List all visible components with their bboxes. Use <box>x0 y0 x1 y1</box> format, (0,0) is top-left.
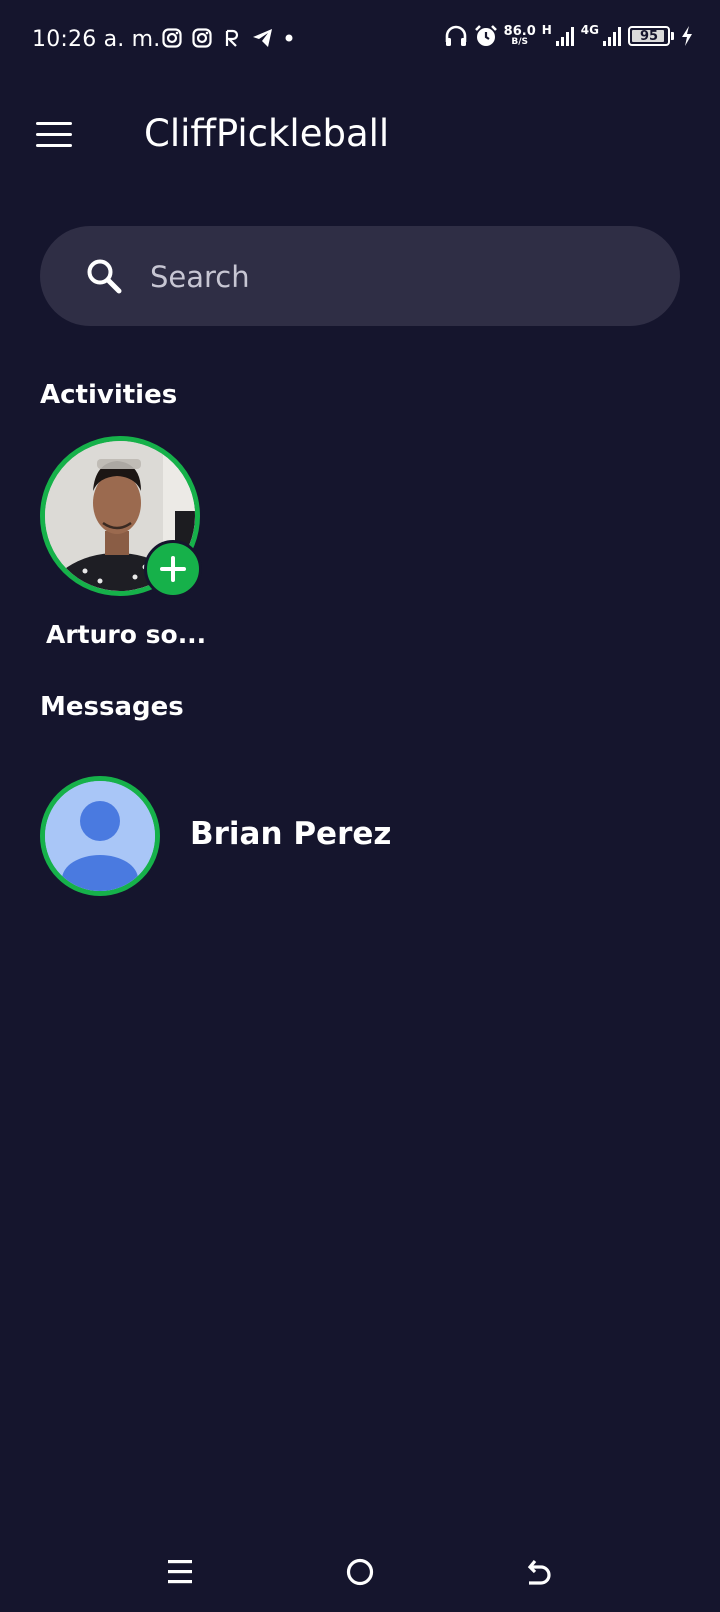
system-status-icons: 86.0 B/S H 4G 95 <box>444 23 694 48</box>
app-title: CliffPickleball <box>144 112 390 155</box>
activities-heading: Activities <box>40 380 178 410</box>
home-icon <box>346 1558 374 1586</box>
back-button[interactable] <box>518 1550 562 1594</box>
default-avatar-icon <box>45 781 155 891</box>
headphones-icon <box>445 25 466 46</box>
back-icon <box>527 1559 551 1585</box>
recents-icon <box>168 1560 192 1584</box>
alarm-icon <box>474 25 497 46</box>
telegram-icon <box>253 29 272 47</box>
notification-icons <box>162 28 294 48</box>
system-nav-bar <box>0 1530 720 1612</box>
battery-indicator: 95 <box>628 26 670 46</box>
signal-type-4g: 4G <box>580 23 599 37</box>
messages-heading: Messages <box>40 692 184 722</box>
search-bar[interactable] <box>40 226 680 326</box>
signal-icon <box>603 27 621 46</box>
add-activity-button[interactable] <box>144 540 202 598</box>
menu-button[interactable] <box>36 120 74 150</box>
contact-name: Brian Perez <box>190 816 392 852</box>
recents-button[interactable] <box>158 1550 202 1594</box>
search-icon <box>87 259 122 294</box>
signal-type-h: H <box>541 23 552 37</box>
charging-icon <box>682 26 692 46</box>
activity-name: Arturo so... <box>46 620 207 649</box>
search-input[interactable] <box>148 252 632 302</box>
r-app-icon <box>225 29 239 47</box>
battery-level: 95 <box>639 28 659 44</box>
home-button[interactable] <box>338 1550 382 1594</box>
signal-icon <box>555 27 574 46</box>
message-item[interactable]: Brian Perez <box>40 776 680 898</box>
app-bar: CliffPickleball <box>0 100 720 180</box>
instagram-icon <box>192 28 212 48</box>
net-speed-unit: B/S <box>511 37 529 47</box>
avatar[interactable] <box>40 776 160 896</box>
status-time: 10:26 a. m. <box>32 27 161 52</box>
instagram-icon <box>162 28 182 48</box>
status-bar: 10:26 a. m. 86.0 B/S H 4G 95 <box>0 0 720 80</box>
network-speed: 86.0 B/S <box>504 25 536 47</box>
dot-icon <box>285 34 293 42</box>
